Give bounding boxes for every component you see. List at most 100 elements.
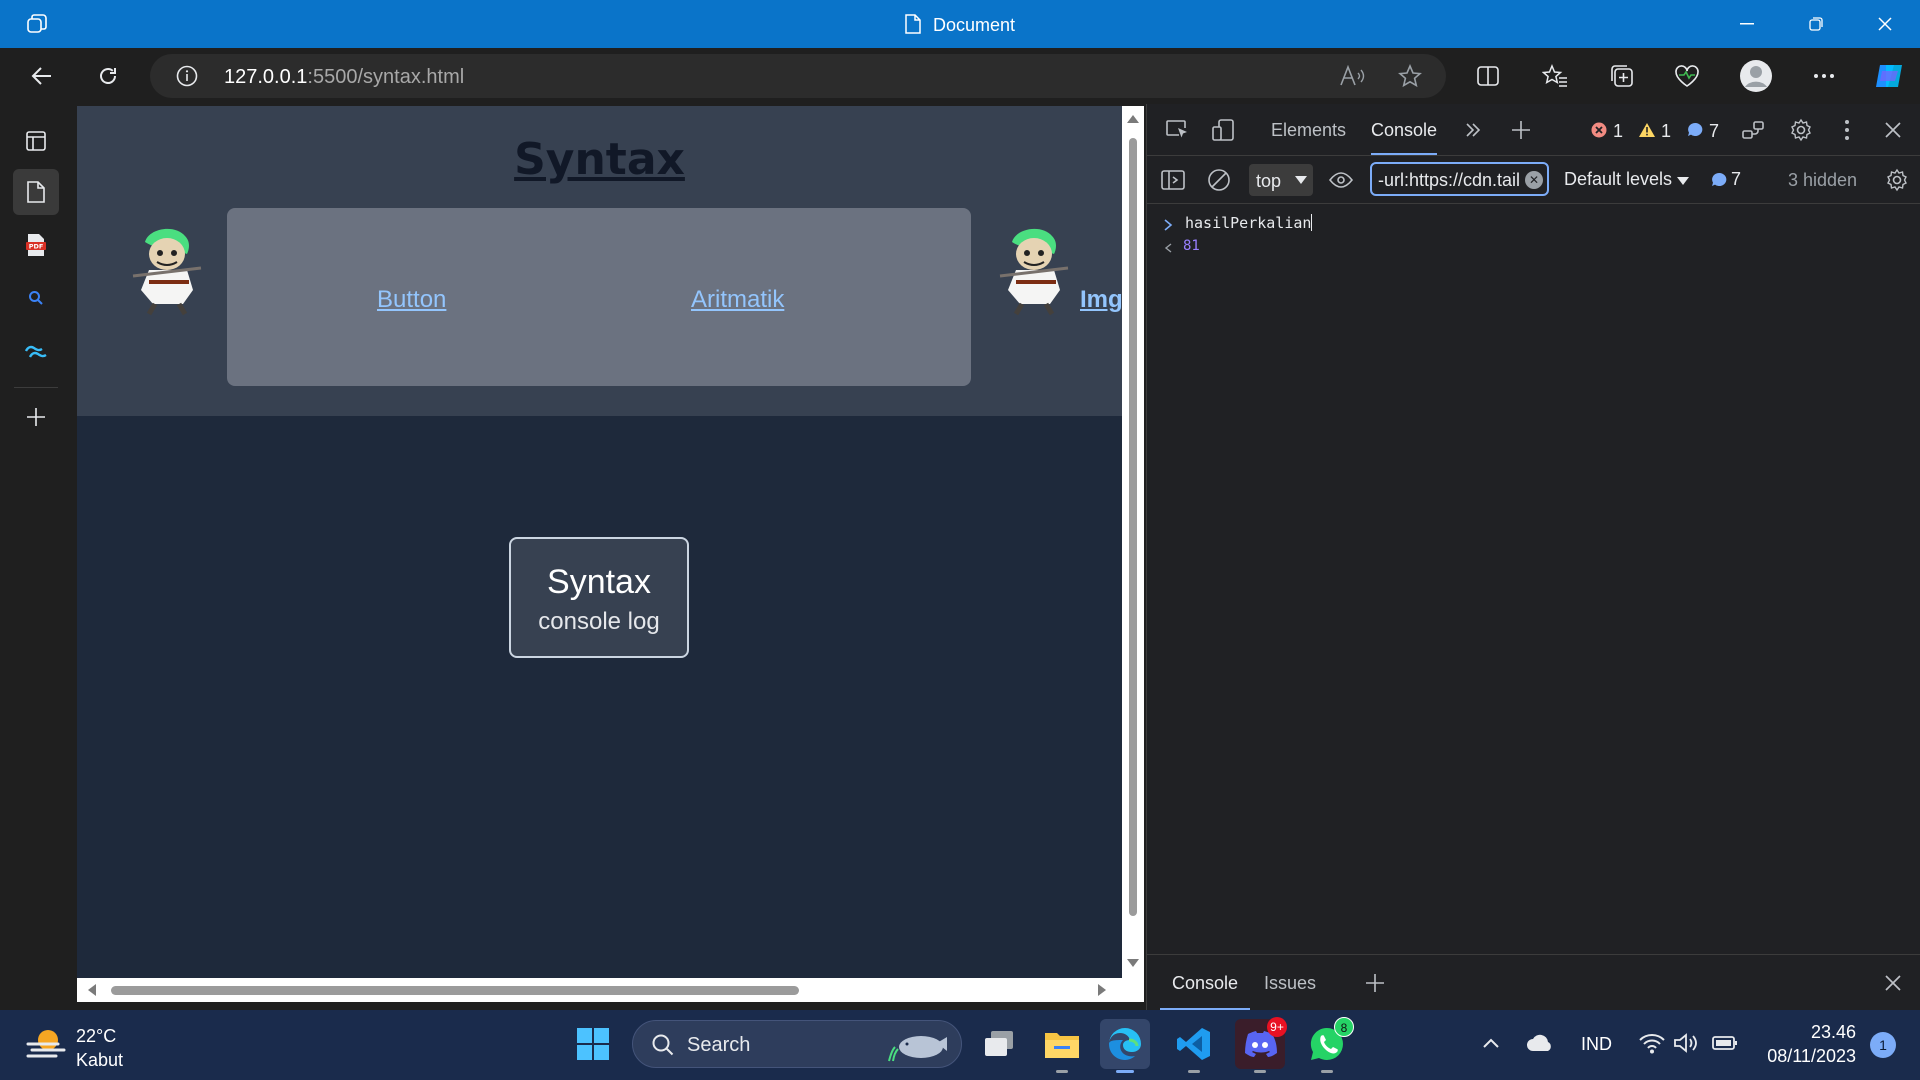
- file-explorer-icon[interactable]: [1037, 1019, 1087, 1073]
- address-bar[interactable]: 127.0.0.1:5500/syntax.html: [150, 54, 1446, 98]
- pdf-icon[interactable]: PDF: [13, 222, 59, 268]
- minimize-button[interactable]: [1724, 8, 1770, 40]
- nav-box: Button Aritmatik: [227, 208, 971, 386]
- devtools-settings-icon[interactable]: [1787, 116, 1815, 144]
- fog-weather-icon: [26, 1030, 66, 1058]
- search-sidebar-icon[interactable]: [13, 275, 59, 321]
- live-expression-eye-icon[interactable]: [1327, 166, 1355, 194]
- console-input-line[interactable]: hasilPerkalian: [1185, 214, 1313, 232]
- system-clock[interactable]: 23.46 08/11/2023: [1767, 1020, 1856, 1068]
- close-window-button[interactable]: [1862, 8, 1908, 40]
- console-output[interactable]: hasilPerkalian 81: [1147, 204, 1920, 954]
- log-levels-dropdown[interactable]: Default levels: [1564, 169, 1690, 190]
- volume-icon[interactable]: [1673, 1032, 1699, 1054]
- clear-console-icon[interactable]: [1205, 166, 1233, 194]
- search-highlight-manatee-icon: [888, 1036, 947, 1062]
- edge-browser-icon[interactable]: [1100, 1019, 1150, 1073]
- nav-link-aritmatik[interactable]: Aritmatik: [691, 286, 784, 314]
- read-aloud-icon[interactable]: [1338, 62, 1366, 90]
- scroll-right-arrow-icon[interactable]: [1097, 984, 1107, 996]
- drawer-add-tab-icon[interactable]: [1361, 969, 1389, 997]
- scroll-up-arrow-icon[interactable]: [1127, 114, 1139, 124]
- add-sidebar-app-icon[interactable]: [13, 394, 59, 440]
- vertical-scrollbar[interactable]: [1122, 106, 1144, 978]
- battery-icon[interactable]: [1712, 1035, 1738, 1051]
- tailwind-icon[interactable]: [13, 329, 59, 375]
- refresh-button[interactable]: [94, 62, 122, 90]
- console-settings-icon[interactable]: [1883, 166, 1911, 194]
- taskbar-search[interactable]: Search: [632, 1020, 962, 1068]
- profile-avatar[interactable]: [1739, 59, 1773, 93]
- connection-icon[interactable]: [1739, 116, 1767, 144]
- drawer-tab-issues[interactable]: Issues: [1264, 973, 1316, 994]
- show-sidebar-icon[interactable]: [1159, 166, 1187, 194]
- notification-badge[interactable]: 1: [1870, 1032, 1896, 1058]
- discord-icon[interactable]: 9+: [1235, 1017, 1287, 1073]
- split-screen-icon[interactable]: [1474, 62, 1502, 90]
- svg-text:PDF: PDF: [29, 243, 44, 251]
- hidden-count: 3 hidden: [1788, 170, 1858, 190]
- clear-filter-icon[interactable]: ✕: [1525, 171, 1543, 189]
- horizontal-scrollbar[interactable]: [77, 978, 1144, 1002]
- weather-condition: Kabut: [76, 1050, 124, 1070]
- discord-badge: 9+: [1267, 1017, 1287, 1037]
- sidebar-item-document[interactable]: [13, 169, 59, 215]
- tab-console[interactable]: Console: [1371, 120, 1438, 155]
- weather-temp: 22°C: [76, 1026, 117, 1046]
- back-button[interactable]: [28, 62, 56, 90]
- warning-count[interactable]: 1: [1661, 121, 1671, 142]
- show-hidden-icons-chevron-icon[interactable]: [1482, 1037, 1500, 1049]
- input-language[interactable]: IND: [1581, 1034, 1612, 1055]
- whatsapp-badge: 8: [1334, 1017, 1354, 1037]
- whatsapp-icon[interactable]: 8: [1302, 1017, 1354, 1073]
- restore-button[interactable]: [1793, 8, 1839, 40]
- error-count-icon[interactable]: [1589, 116, 1609, 144]
- task-view-icon[interactable]: [974, 1019, 1024, 1069]
- vscode-icon[interactable]: [1169, 1019, 1219, 1073]
- browser-essentials-icon[interactable]: [1673, 62, 1701, 90]
- message-count[interactable]: 7: [1709, 121, 1719, 142]
- device-emulation-icon[interactable]: [1209, 116, 1237, 144]
- site-info-icon[interactable]: [176, 65, 198, 87]
- favorites-icon[interactable]: [1541, 62, 1569, 90]
- nav-link-img[interactable]: Img: [1080, 286, 1122, 314]
- text-cursor: [1311, 214, 1313, 231]
- drawer-tab-console[interactable]: Console: [1159, 973, 1251, 1010]
- console-filter-input[interactable]: -url:https://cdn.tail ✕: [1370, 162, 1549, 196]
- card-title: Syntax: [547, 563, 651, 601]
- error-count[interactable]: 1: [1613, 121, 1623, 142]
- favorite-star-icon[interactable]: [1396, 62, 1424, 90]
- weather-widget[interactable]: 22°C Kabut: [26, 1026, 123, 1070]
- context-select[interactable]: top: [1249, 164, 1313, 196]
- devtools-more-icon[interactable]: [1833, 116, 1861, 144]
- onedrive-cloud-icon[interactable]: [1526, 1034, 1554, 1052]
- more-tabs-chevron-icon[interactable]: [1459, 116, 1487, 144]
- wifi-icon[interactable]: [1639, 1032, 1665, 1054]
- vertical-tabs-icon[interactable]: [13, 118, 59, 164]
- horizontal-scroll-thumb[interactable]: [111, 986, 799, 995]
- collections-icon[interactable]: [1608, 62, 1636, 90]
- clock-time: 23.46: [1810, 1022, 1856, 1042]
- tab-elements[interactable]: Elements: [1271, 120, 1346, 141]
- scroll-down-arrow-icon[interactable]: [1127, 958, 1139, 968]
- console-result-line: 81: [1183, 238, 1200, 254]
- add-tab-icon[interactable]: [1507, 116, 1535, 144]
- running-indicator: [1188, 1070, 1200, 1073]
- web-viewport: Syntax Button Aritmatik Img Syntax conso…: [77, 106, 1122, 978]
- copilot-icon[interactable]: [1872, 59, 1906, 93]
- scroll-left-arrow-icon[interactable]: [87, 984, 97, 996]
- url-text[interactable]: 127.0.0.1:5500/syntax.html: [224, 66, 464, 89]
- message-count-icon[interactable]: [1685, 116, 1705, 144]
- more-menu-icon[interactable]: [1810, 62, 1838, 90]
- warning-count-icon[interactable]: [1637, 116, 1657, 144]
- start-button[interactable]: [568, 1019, 618, 1069]
- edge-sidebar: PDF: [0, 104, 70, 1010]
- chevron-down-icon: [1295, 176, 1307, 184]
- inspect-element-icon[interactable]: [1163, 116, 1191, 144]
- close-drawer-icon[interactable]: [1879, 969, 1907, 997]
- vertical-scroll-thumb[interactable]: [1129, 138, 1137, 916]
- syntax-card[interactable]: Syntax console log: [509, 537, 689, 658]
- close-devtools-icon[interactable]: [1879, 116, 1907, 144]
- nav-link-button[interactable]: Button: [377, 286, 446, 314]
- page-title: Syntax: [514, 134, 685, 185]
